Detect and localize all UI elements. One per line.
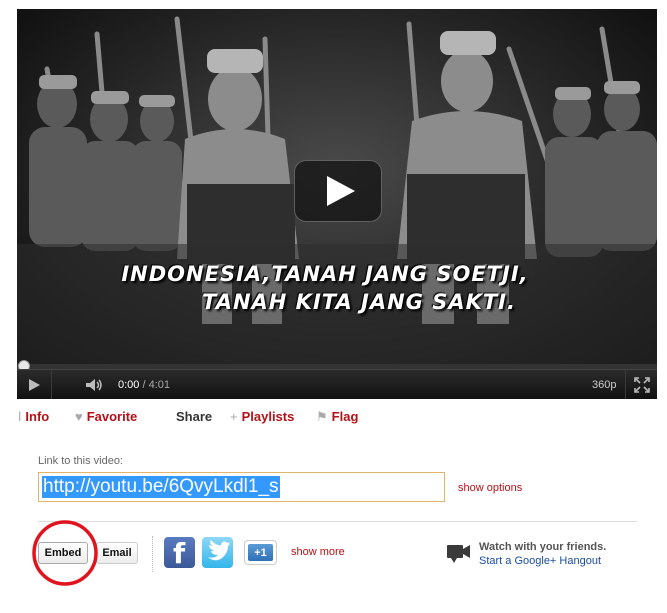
- share-divider: [38, 521, 637, 522]
- time-current: 0:00: [118, 379, 140, 391]
- google-plus-one-icon: +1: [248, 544, 273, 561]
- share-url-selected-text: http://youtu.be/6QvyLkdl1_s: [42, 476, 280, 498]
- flag-icon: ⚑: [316, 409, 328, 424]
- twitter-bird-icon: [208, 540, 230, 561]
- volume-button[interactable]: [77, 370, 111, 399]
- facebook-icon: f: [173, 537, 186, 570]
- heart-icon: ♥: [75, 409, 83, 424]
- favorite-label: Favorite: [86, 409, 138, 424]
- share-url-field[interactable]: http://youtu.be/6QvyLkdl1_s: [38, 472, 445, 502]
- play-icon: [29, 379, 40, 391]
- time-display: 0:00 / 4:01: [118, 379, 170, 391]
- flag-tab[interactable]: ⚑ Flag: [316, 409, 358, 425]
- volume-icon: [86, 379, 102, 391]
- big-play-icon: [327, 176, 355, 206]
- fullscreen-icon: [634, 377, 650, 393]
- video-player[interactable]: INDONESIA,TANAH JANG SOETJI, TANAH KITA …: [17, 9, 657, 399]
- time-separator: /: [139, 379, 149, 391]
- plus-icon: +: [230, 409, 238, 424]
- show-more-link[interactable]: show more: [291, 546, 345, 558]
- show-options-link[interactable]: show options: [458, 482, 522, 494]
- playlists-tab[interactable]: + Playlists: [230, 409, 294, 424]
- info-icon: ǀ: [18, 409, 22, 424]
- annotation-circle: [32, 520, 98, 586]
- video-subtitle-line-2: TANAH KITA JANG SAKTI.: [202, 290, 516, 314]
- favorite-tab[interactable]: ♥ Favorite: [75, 409, 137, 424]
- info-tab[interactable]: ǀ Info: [18, 409, 49, 424]
- playlists-label: Playlists: [241, 409, 295, 424]
- facebook-share-button[interactable]: f: [164, 537, 195, 570]
- play-button[interactable]: [17, 370, 52, 399]
- google-plus-one-button[interactable]: +1: [244, 540, 277, 565]
- player-controls: 0:00 / 4:01 360p: [17, 369, 657, 399]
- big-play-button[interactable]: [294, 160, 382, 222]
- hangout-title: Watch with your friends.: [479, 541, 607, 553]
- video-camera-icon: [447, 545, 470, 563]
- vertical-divider: [152, 536, 153, 572]
- share-label: Share: [176, 409, 213, 424]
- info-label: Info: [25, 409, 50, 424]
- email-button[interactable]: Email: [96, 542, 138, 564]
- twitter-share-button[interactable]: [202, 537, 233, 568]
- video-subtitle-line-1: INDONESIA,TANAH JANG SOETJI,: [121, 262, 529, 286]
- start-hangout-link[interactable]: Start a Google+ Hangout: [479, 555, 601, 567]
- share-tab[interactable]: Share: [176, 409, 212, 424]
- time-duration: 4:01: [148, 379, 171, 391]
- flag-label: Flag: [331, 409, 359, 424]
- video-frame[interactable]: INDONESIA,TANAH JANG SOETJI, TANAH KITA …: [17, 9, 657, 364]
- quality-selector[interactable]: 360p: [592, 379, 616, 391]
- link-label: Link to this video:: [38, 455, 123, 467]
- fullscreen-button[interactable]: [625, 370, 657, 399]
